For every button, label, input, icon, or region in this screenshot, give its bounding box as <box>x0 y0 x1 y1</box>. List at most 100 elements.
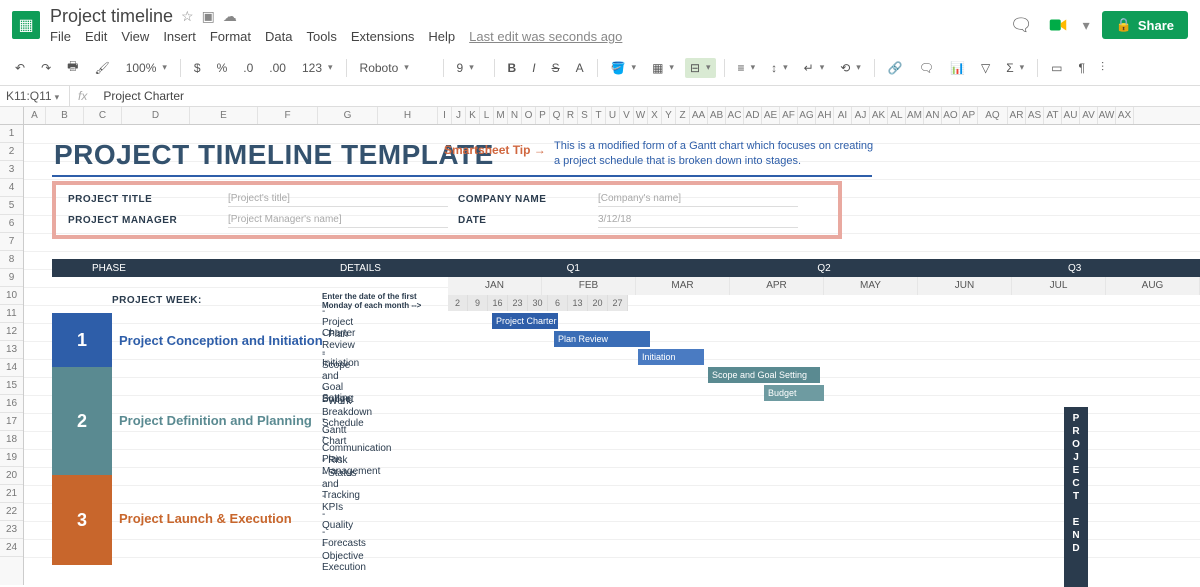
col-header-AC[interactable]: AC <box>726 107 744 124</box>
row-header-13[interactable]: 13 <box>0 341 23 359</box>
col-header-AT[interactable]: AT <box>1044 107 1062 124</box>
row-header-18[interactable]: 18 <box>0 431 23 449</box>
col-header-O[interactable]: O <box>522 107 536 124</box>
col-header-AR[interactable]: AR <box>1008 107 1026 124</box>
row-header-15[interactable]: 15 <box>0 377 23 395</box>
font-size-select[interactable]: 9 <box>452 58 486 78</box>
menu-insert[interactable]: Insert <box>163 29 196 44</box>
menu-view[interactable]: View <box>121 29 149 44</box>
col-header-AQ[interactable]: AQ <box>978 107 1008 124</box>
col-header-K[interactable]: K <box>466 107 480 124</box>
row-header-4[interactable]: 4 <box>0 179 23 197</box>
row-header-6[interactable]: 6 <box>0 215 23 233</box>
col-header-AH[interactable]: AH <box>816 107 834 124</box>
star-icon[interactable]: ☆ <box>181 8 194 25</box>
meet-icon[interactable] <box>1045 12 1071 38</box>
tb-extra-2[interactable]: ¶ <box>1073 58 1089 78</box>
menu-format[interactable]: Format <box>210 29 251 44</box>
menu-tools[interactable]: Tools <box>306 29 336 44</box>
font-select[interactable]: Roboto <box>355 58 435 78</box>
col-header-AU[interactable]: AU <box>1062 107 1080 124</box>
col-header-AB[interactable]: AB <box>708 107 726 124</box>
valign-button[interactable]: ↕ <box>766 58 793 78</box>
col-header-AO[interactable]: AO <box>942 107 960 124</box>
spreadsheet-canvas[interactable]: PROJECT TIMELINE TEMPLATE Smartsheet Tip… <box>24 125 1200 585</box>
formula-input[interactable]: Project Charter <box>95 86 192 106</box>
col-header-Q[interactable]: Q <box>550 107 564 124</box>
redo-button[interactable]: ↷ <box>36 58 56 78</box>
col-header-AS[interactable]: AS <box>1026 107 1044 124</box>
merge-button[interactable]: ⊟ <box>685 58 716 78</box>
col-header-AM[interactable]: AM <box>906 107 924 124</box>
col-header-A[interactable]: A <box>24 107 46 124</box>
col-header-AN[interactable]: AN <box>924 107 942 124</box>
col-header-S[interactable]: S <box>578 107 592 124</box>
row-header-17[interactable]: 17 <box>0 413 23 431</box>
functions-button[interactable]: Σ <box>1001 58 1029 78</box>
wrap-button[interactable]: ↵ <box>799 58 830 78</box>
col-header-AL[interactable]: AL <box>888 107 906 124</box>
italic-button[interactable]: I <box>527 58 540 78</box>
row-header-21[interactable]: 21 <box>0 485 23 503</box>
tb-extra-1[interactable]: ▭ <box>1046 58 1067 78</box>
bold-button[interactable]: B <box>503 58 522 78</box>
strike-button[interactable]: S <box>547 58 565 78</box>
col-header-AE[interactable]: AE <box>762 107 780 124</box>
col-header-J[interactable]: J <box>452 107 466 124</box>
col-header-I[interactable]: I <box>438 107 452 124</box>
gantt-bar[interactable]: Budget <box>764 385 824 401</box>
number-format-select[interactable]: 123 <box>297 58 338 78</box>
meet-dropdown-icon[interactable]: ▾ <box>1083 17 1090 34</box>
menu-extensions[interactable]: Extensions <box>351 29 415 44</box>
col-header-E[interactable]: E <box>190 107 258 124</box>
col-header-V[interactable]: V <box>620 107 634 124</box>
col-header-AG[interactable]: AG <box>798 107 816 124</box>
company-name-value[interactable]: [Company's name] <box>598 193 798 207</box>
document-title[interactable]: Project timeline <box>50 6 173 27</box>
menu-help[interactable]: Help <box>428 29 455 44</box>
row-header-10[interactable]: 10 <box>0 287 23 305</box>
row-header-5[interactable]: 5 <box>0 197 23 215</box>
row-header-7[interactable]: 7 <box>0 233 23 251</box>
col-header-AK[interactable]: AK <box>870 107 888 124</box>
col-header-T[interactable]: T <box>592 107 606 124</box>
text-color-button[interactable]: A <box>571 58 589 78</box>
col-header-N[interactable]: N <box>508 107 522 124</box>
col-header-F[interactable]: F <box>258 107 318 124</box>
gantt-bar[interactable]: Scope and Goal Setting <box>708 367 820 383</box>
row-header-19[interactable]: 19 <box>0 449 23 467</box>
row-header-11[interactable]: 11 <box>0 305 23 323</box>
link-button[interactable]: 🔗 <box>883 58 908 78</box>
percent-button[interactable]: % <box>212 58 233 78</box>
row-header-20[interactable]: 20 <box>0 467 23 485</box>
gantt-bar[interactable]: Initiation <box>638 349 704 365</box>
row-header-16[interactable]: 16 <box>0 395 23 413</box>
increase-decimal-button[interactable]: .00 <box>264 58 291 78</box>
col-header-AJ[interactable]: AJ <box>852 107 870 124</box>
col-header-AD[interactable]: AD <box>744 107 762 124</box>
decrease-decimal-button[interactable]: .0 <box>238 58 258 78</box>
row-header-2[interactable]: 2 <box>0 143 23 161</box>
menu-file[interactable]: File <box>50 29 71 44</box>
borders-button[interactable]: ▦ <box>647 58 679 78</box>
col-header-L[interactable]: L <box>480 107 494 124</box>
name-box[interactable]: K11:Q11 <box>0 86 70 106</box>
zoom-select[interactable]: 100% <box>121 58 172 78</box>
currency-button[interactable]: $ <box>189 58 206 78</box>
row-header-3[interactable]: 3 <box>0 161 23 179</box>
row-header-9[interactable]: 9 <box>0 269 23 287</box>
print-button[interactable]: 🖶 <box>62 54 83 81</box>
col-header-B[interactable]: B <box>46 107 84 124</box>
filter-button[interactable]: ▽ <box>976 58 995 78</box>
col-header-AX[interactable]: AX <box>1116 107 1134 124</box>
sheets-app-icon[interactable]: ▦ <box>12 11 40 39</box>
comments-icon[interactable]: 🗨 <box>1010 15 1033 36</box>
move-icon[interactable]: ▣ <box>202 8 215 25</box>
comment-button[interactable]: 🗨 <box>914 58 939 78</box>
gantt-bar[interactable]: Plan Review <box>554 331 650 347</box>
col-header-P[interactable]: P <box>536 107 550 124</box>
col-header-G[interactable]: G <box>318 107 378 124</box>
row-header-23[interactable]: 23 <box>0 521 23 539</box>
row-header-22[interactable]: 22 <box>0 503 23 521</box>
col-header-X[interactable]: X <box>648 107 662 124</box>
